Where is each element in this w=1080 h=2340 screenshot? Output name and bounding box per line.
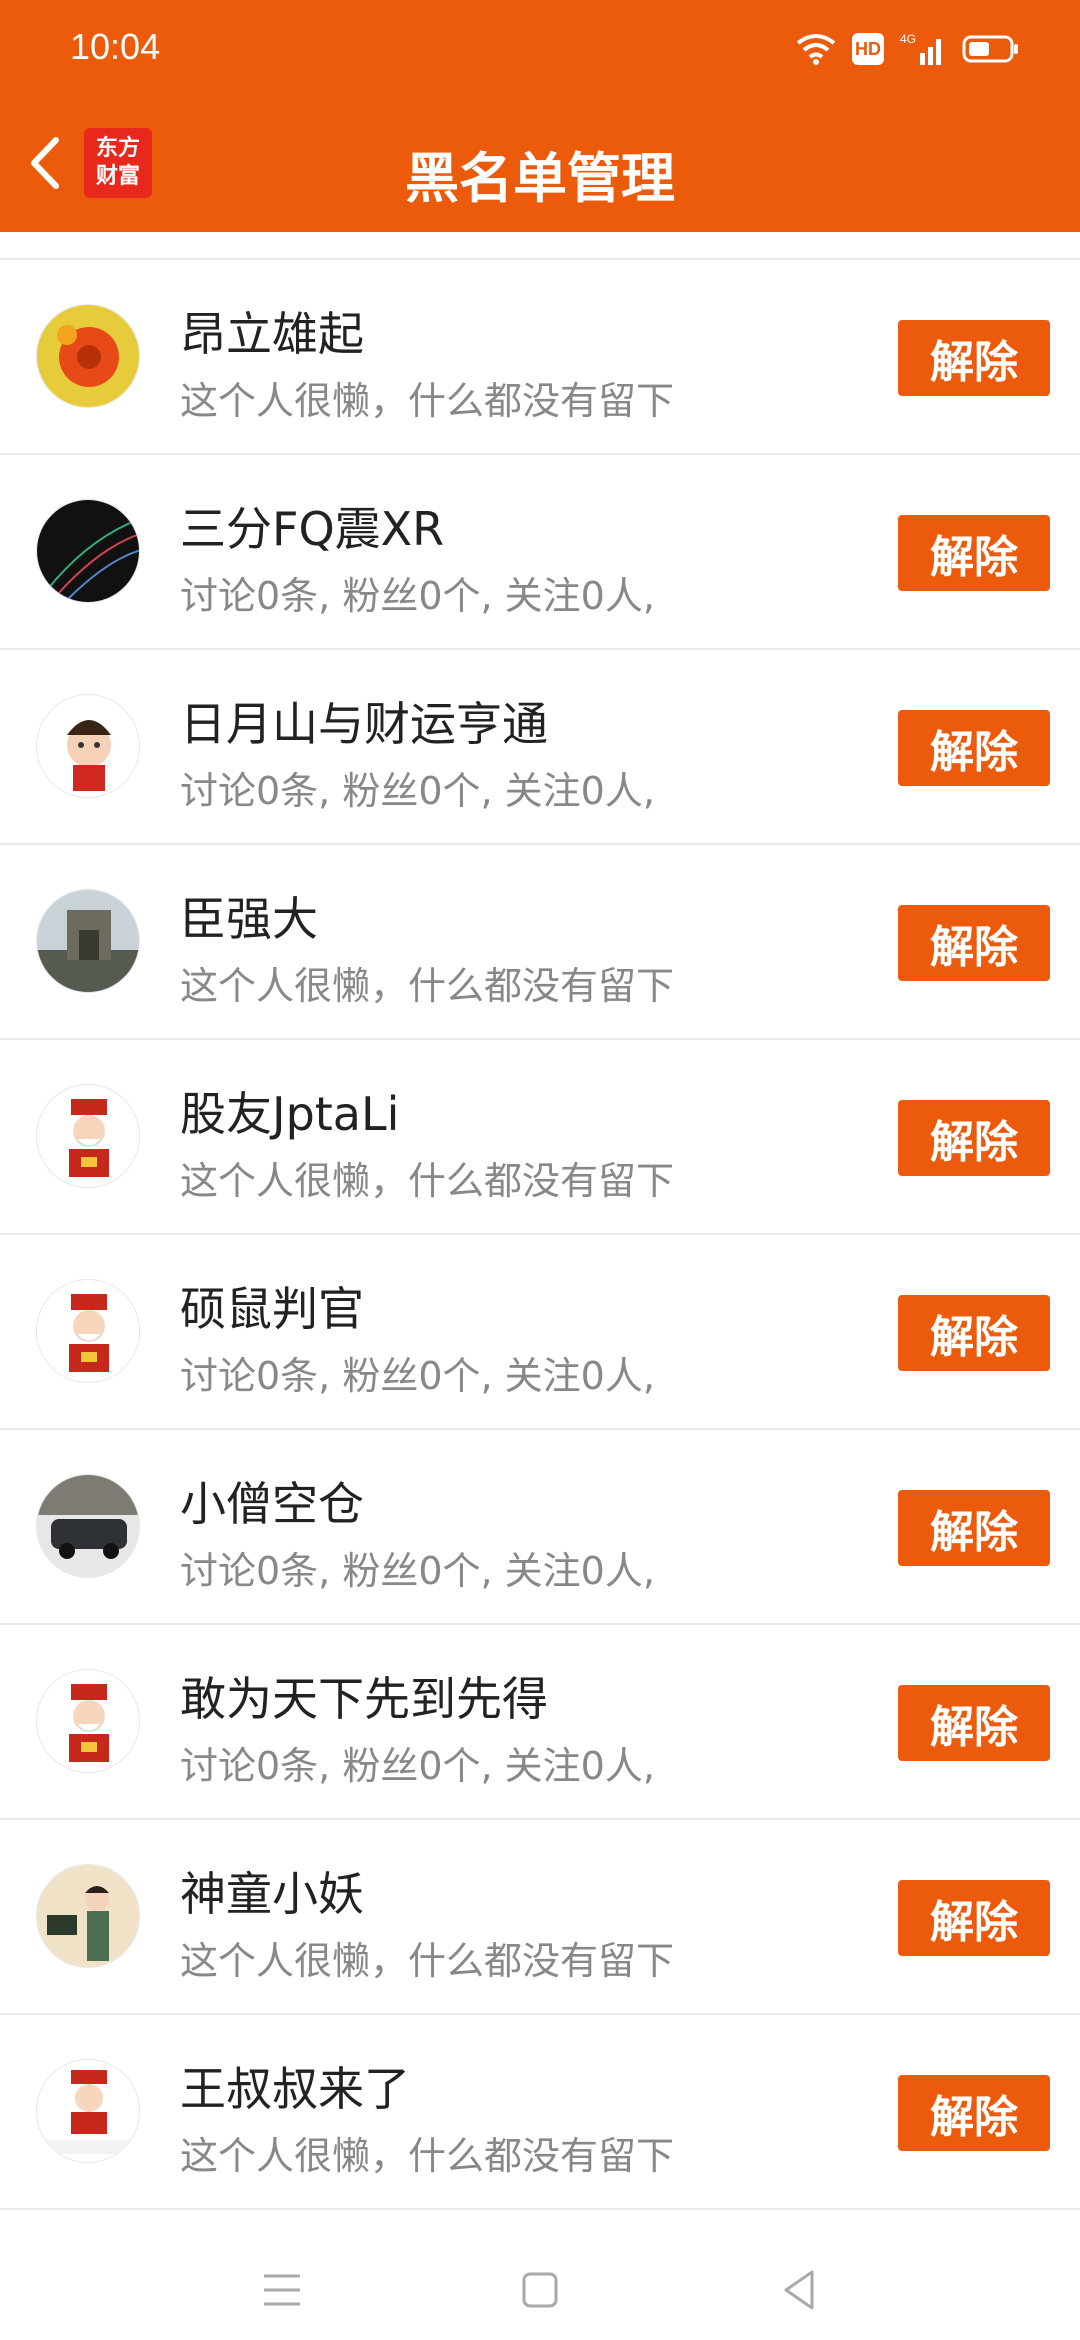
menu-icon[interactable] [252, 2260, 312, 2320]
unblock-button[interactable]: 解除 [898, 320, 1050, 396]
list-item: 臣强大这个人很懒，什么都没有留下 解除 [0, 845, 1080, 1040]
avatar[interactable] [36, 1084, 140, 1188]
list-item: 小僧空仓讨论0条, 粉丝0个, 关注0人, 解除 [0, 1430, 1080, 1625]
list-item: 股友JptaLi 这个人很懒，什么都没有留下 解除 [0, 1040, 1080, 1235]
user-name[interactable]: 股友JptaLi [180, 1078, 399, 1144]
blacklist: 昂立雄起 这个人很懒，什么都没有留下 解除 三分FQ震XR 讨论0条, 粉丝0个, 关注… [0, 258, 1080, 2210]
unblock-button[interactable]: 解除 [898, 1100, 1050, 1176]
wifi-icon [796, 34, 836, 65]
system-nav-bar [0, 2230, 1080, 2340]
list-item: 日月山与财运亨通讨论0条, 粉丝0个, 关注0人, 解除 [0, 650, 1080, 845]
user-description: 讨论0条, 粉丝0个, 关注0人, [180, 574, 655, 618]
user-description: 讨论0条, 粉丝0个, 关注0人, [180, 1549, 655, 1593]
user-name[interactable]: 昂立雄起 [180, 298, 364, 364]
user-description: 这个人很懒，什么都没有留下 [180, 2134, 675, 2178]
list-item: 敢为天下先到先得讨论0条, 粉丝0个, 关注0人, 解除 [0, 1625, 1080, 1820]
avatar[interactable] [36, 304, 140, 408]
user-description: 这个人很懒，什么都没有留下 [180, 1159, 675, 1203]
list-item: 硕鼠判官讨论0条, 粉丝0个, 关注0人, 解除 [0, 1235, 1080, 1430]
signal-icon: 4G [900, 32, 941, 65]
svg-text:4G: 4G [900, 32, 916, 46]
user-description: 这个人很懒，什么都没有留下 [180, 1939, 675, 1983]
unblock-button[interactable]: 解除 [898, 1295, 1050, 1371]
user-description: 讨论0条, 粉丝0个, 关注0人, [180, 1354, 655, 1398]
battery-icon [962, 35, 1018, 63]
unblock-button[interactable]: 解除 [898, 515, 1050, 591]
list-item: 王叔叔来了这个人很懒，什么都没有留下 解除 [0, 2015, 1080, 2210]
user-name[interactable]: 小僧空仓 [180, 1468, 364, 1534]
user-name[interactable]: 三分FQ震XR [180, 493, 444, 559]
avatar[interactable] [36, 694, 140, 798]
avatar[interactable] [36, 2059, 140, 2163]
user-description: 这个人很懒，什么都没有留下 [180, 964, 675, 1008]
status-icons: HD 4G [796, 26, 1020, 72]
list-item: 三分FQ震XR 讨论0条, 粉丝0个, 关注0人, 解除 [0, 455, 1080, 650]
unblock-button[interactable]: 解除 [898, 1685, 1050, 1761]
avatar[interactable] [36, 1864, 140, 1968]
unblock-button[interactable]: 解除 [898, 1880, 1050, 1956]
list-item: 神童小妖这个人很懒，什么都没有留下 解除 [0, 1820, 1080, 2015]
status-time: 10:04 [70, 26, 161, 67]
user-name[interactable]: 臣强大 [180, 883, 318, 949]
user-description: 讨论0条, 粉丝0个, 关注0人, [180, 769, 655, 813]
back-nav-icon[interactable] [770, 2260, 830, 2320]
unblock-button[interactable]: 解除 [898, 1490, 1050, 1566]
home-icon[interactable] [510, 2260, 570, 2320]
avatar[interactable] [36, 1474, 140, 1578]
unblock-button[interactable]: 解除 [898, 905, 1050, 981]
user-name[interactable]: 硕鼠判官 [180, 1273, 364, 1339]
user-name[interactable]: 日月山与财运亨通 [180, 688, 548, 754]
avatar[interactable] [36, 889, 140, 993]
user-description: 讨论0条, 粉丝0个, 关注0人, [180, 1744, 655, 1788]
avatar[interactable] [36, 499, 140, 603]
hd-icon: HD [852, 33, 884, 65]
user-name[interactable]: 神童小妖 [180, 1858, 364, 1924]
user-name[interactable]: 敢为天下先到先得 [180, 1663, 548, 1729]
unblock-button[interactable]: 解除 [898, 2075, 1050, 2151]
page-title: 黑名单管理 [405, 147, 675, 210]
avatar[interactable] [36, 1279, 140, 1383]
user-description: 这个人很懒，什么都没有留下 [180, 379, 675, 423]
unblock-button[interactable]: 解除 [898, 710, 1050, 786]
app-header: 10:04 HD 4G 东方 财富 黑名单管理 [0, 0, 1080, 232]
list-item: 昂立雄起这个人很懒，什么都没有留下 解除 [0, 260, 1080, 455]
user-name[interactable]: 王叔叔来了 [180, 2053, 410, 2119]
avatar[interactable] [36, 1669, 140, 1773]
